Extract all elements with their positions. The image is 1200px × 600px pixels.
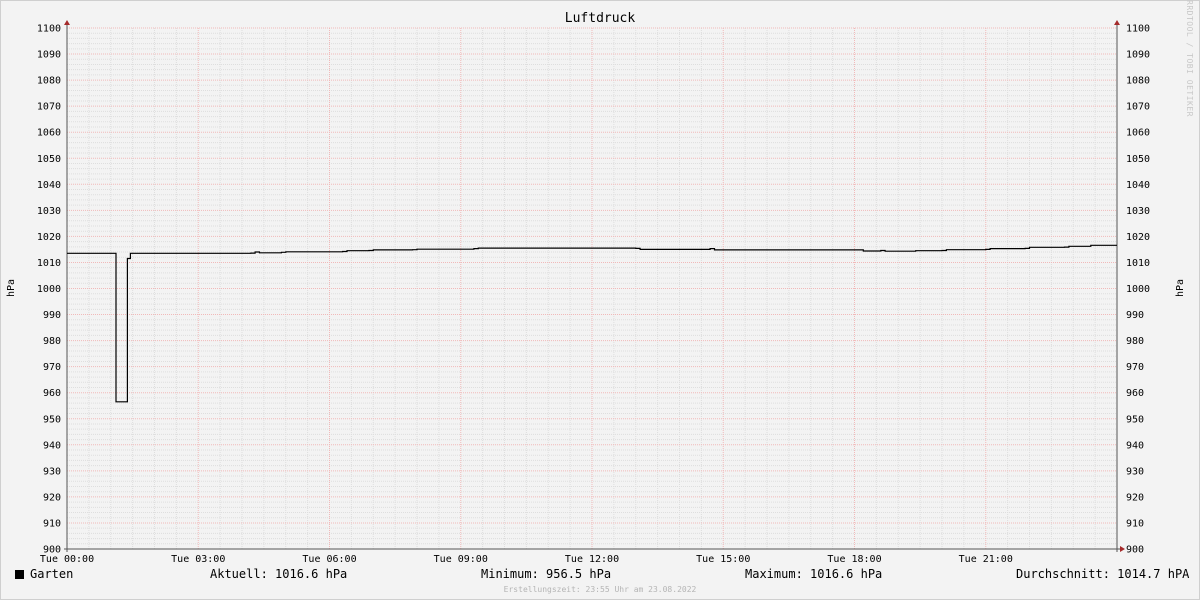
y-tick-label-right: 1040	[1126, 180, 1150, 191]
legend-series-name: Garten	[30, 567, 74, 581]
y-tick-label-left: 960	[43, 388, 61, 399]
x-tick-label: Tue 15:00	[696, 554, 750, 565]
x-tick-label: Tue 06:00	[302, 554, 356, 565]
y-tick-label-right: 1060	[1126, 128, 1150, 139]
x-tick-label: Tue 21:00	[959, 554, 1013, 565]
y-tick-label-left: 1060	[37, 128, 61, 139]
y-axis-arrow-right	[1114, 20, 1120, 25]
x-tick-label: Tue 18:00	[827, 554, 881, 565]
y-tick-label-left: 1090	[37, 50, 61, 61]
y-tick-label-left: 930	[43, 466, 61, 477]
y-axis-arrow-left	[64, 20, 70, 25]
footer-timestamp: Erstellungszeit: 23:55 Uhr am 23.08.2022	[503, 585, 697, 594]
y-tick-label-right: 1030	[1126, 206, 1150, 217]
y-tick-label-right: 1050	[1126, 154, 1150, 165]
y-tick-label-left: 970	[43, 362, 61, 373]
legend-swatch	[15, 570, 24, 579]
x-tick-label: Tue 09:00	[434, 554, 488, 565]
y-tick-label-left: 1040	[37, 180, 61, 191]
line-chart: 900 910 920 930 940 950 960 970 980 990 1000 1010 10…	[6, 20, 1186, 565]
y-tick-label-right: 950	[1126, 414, 1144, 425]
x-tick-label: Tue 12:00	[565, 554, 619, 565]
y-tick-label-left: 920	[43, 492, 61, 503]
y-tick-label-left: 1020	[37, 232, 61, 243]
y-tick-label-right: 930	[1126, 466, 1144, 477]
y-tick-label-left: 940	[43, 440, 61, 451]
legend-aktuell: Aktuell: 1016.6 hPa	[210, 567, 348, 581]
y-tick-label-right: 990	[1126, 310, 1144, 321]
y-tick-label-right: 980	[1126, 336, 1144, 347]
x-tick-label: Tue 00:00	[40, 554, 94, 565]
y-tick-label-right: 970	[1126, 362, 1144, 373]
y-tick-label-right: 940	[1126, 440, 1144, 451]
y-tick-label-right: 1100	[1126, 24, 1150, 35]
y-tick-label-left: 910	[43, 518, 61, 529]
y-tick-label-left: 1010	[37, 258, 61, 269]
y-tick-label-left: 1070	[37, 102, 61, 113]
y-tick-label-left: 1080	[37, 76, 61, 87]
y-tick-label-left: 1000	[37, 284, 61, 295]
x-tick-label: Tue 03:00	[171, 554, 225, 565]
y-tick-label-right: 960	[1126, 388, 1144, 399]
legend-durchschnitt: Durchschnitt: 1014.7 hPA	[1016, 567, 1190, 581]
y-tick-label-right: 1080	[1126, 76, 1150, 87]
y-tick-label-right: 1070	[1126, 102, 1150, 113]
legend-minimum: Minimum: 956.5 hPa	[481, 567, 612, 581]
y-tick-label-left: 990	[43, 310, 61, 321]
y-tick-label-right: 1020	[1126, 232, 1150, 243]
y-tick-label-right: 900	[1126, 545, 1144, 556]
y-tick-label-right: 1000	[1126, 284, 1150, 295]
y-tick-label-left: 1050	[37, 154, 61, 165]
y-tick-label-right: 1010	[1126, 258, 1150, 269]
legend-maximum: Maximum: 1016.6 hPa	[745, 567, 883, 581]
y-axis-label-right: hPa	[1175, 279, 1186, 297]
y-axis-label-left: hPa	[6, 279, 17, 297]
y-tick-label-right: 910	[1126, 518, 1144, 529]
y-tick-label-left: 1100	[37, 24, 61, 35]
y-tick-label-right: 1090	[1126, 50, 1150, 61]
y-tick-label-right: 920	[1126, 492, 1144, 503]
y-tick-label-left: 1030	[37, 206, 61, 217]
x-axis-arrow	[1120, 546, 1125, 552]
y-tick-label-left: 950	[43, 414, 61, 425]
y-tick-label-left: 980	[43, 336, 61, 347]
